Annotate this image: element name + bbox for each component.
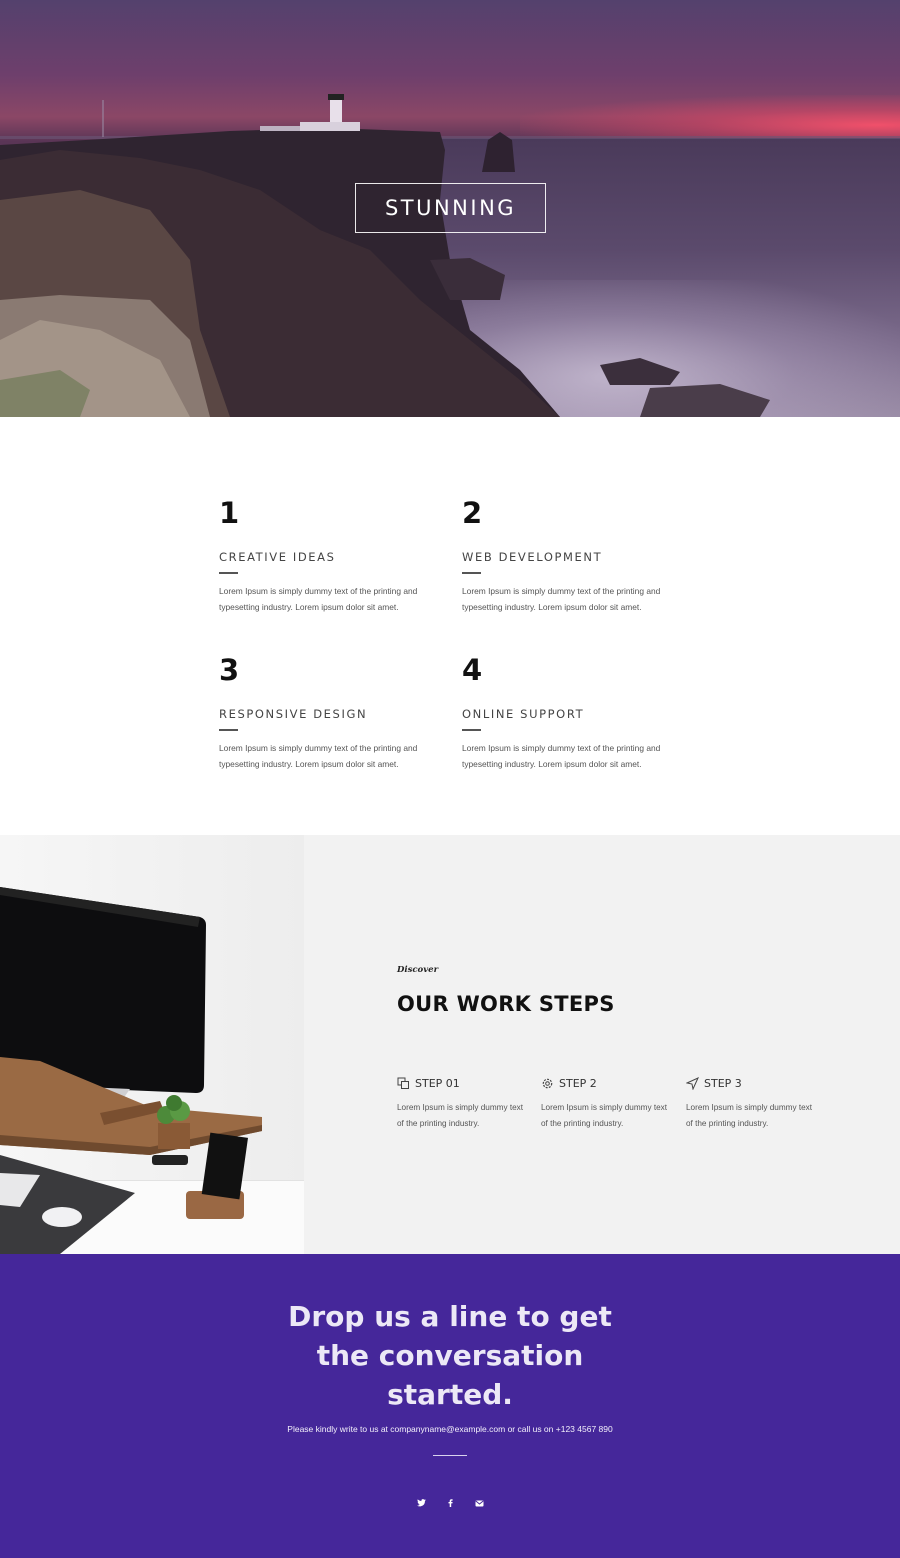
feature-online-support: 4 ONLINE SUPPORT Lorem Ipsum is simply d… <box>462 654 677 772</box>
step-description: Lorem Ipsum is simply dummy text of the … <box>686 1103 813 1128</box>
twitter-icon[interactable] <box>415 1497 427 1509</box>
contact-heading-line: started. <box>387 1378 513 1411</box>
feature-responsive-design: 3 RESPONSIVE DESIGN Lorem Ipsum is simpl… <box>219 654 434 772</box>
feature-number: 4 <box>462 653 483 687</box>
feature-creative-ideas: 1 CREATIVE IDEAS Lorem Ipsum is simply d… <box>219 497 434 615</box>
section-heading: OUR WORK STEPS <box>397 992 615 1016</box>
feature-divider <box>219 729 238 731</box>
step-01: STEP 01 Lorem Ipsum is simply dummy text… <box>397 1075 532 1132</box>
contact-divider <box>433 1455 467 1456</box>
contact-heading: Drop us a line to get the conversation s… <box>0 1297 900 1414</box>
feature-divider <box>462 572 481 574</box>
features-section: 1 CREATIVE IDEAS Lorem Ipsum is simply d… <box>0 417 900 835</box>
feature-description: Lorem Ipsum is simply dummy text of the … <box>219 586 418 612</box>
feature-description: Lorem Ipsum is simply dummy text of the … <box>219 743 418 769</box>
step-label: STEP 01 <box>415 1076 460 1090</box>
feature-divider <box>462 729 481 731</box>
social-links <box>415 1497 485 1509</box>
feature-divider <box>219 572 238 574</box>
section-eyebrow: Discover <box>397 965 439 975</box>
hero-title-box: STUNNING <box>355 183 546 233</box>
send-icon <box>685 1076 700 1091</box>
hero-title: STUNNING <box>384 196 517 220</box>
feature-title: ONLINE SUPPORT <box>462 707 585 721</box>
feature-description: Lorem Ipsum is simply dummy text of the … <box>462 743 661 769</box>
feature-title: CREATIVE IDEAS <box>219 550 336 564</box>
feature-number: 3 <box>219 653 240 687</box>
mail-icon[interactable] <box>473 1497 485 1509</box>
step-description: Lorem Ipsum is simply dummy text of the … <box>397 1103 524 1128</box>
hero-section: STUNNING <box>0 0 900 417</box>
step-label: STEP 3 <box>704 1076 742 1090</box>
step-3: STEP 3 Lorem Ipsum is simply dummy text … <box>685 1075 821 1132</box>
feature-description: Lorem Ipsum is simply dummy text of the … <box>462 586 661 612</box>
workspace-photo <box>0 835 304 1254</box>
copy-icon <box>397 1077 410 1090</box>
work-steps-section: Discover OUR WORK STEPS STEP 01 Lorem Ip… <box>0 835 900 1254</box>
contact-heading-line: Drop us a line to get <box>288 1300 612 1333</box>
facebook-icon[interactable] <box>444 1497 456 1509</box>
gear-icon <box>541 1077 554 1090</box>
contact-section: Drop us a line to get the conversation s… <box>0 1254 900 1558</box>
contact-subtext: Please kindly write to us at companyname… <box>287 1424 613 1434</box>
step-label: STEP 2 <box>559 1076 597 1090</box>
step-2: STEP 2 Lorem Ipsum is simply dummy text … <box>541 1075 676 1132</box>
feature-number: 2 <box>462 496 483 530</box>
feature-title: WEB DEVELOPMENT <box>462 550 603 564</box>
contact-heading-line: the conversation <box>316 1339 584 1372</box>
feature-web-development: 2 WEB DEVELOPMENT Lorem Ipsum is simply … <box>462 497 677 615</box>
feature-title: RESPONSIVE DESIGN <box>219 707 368 721</box>
feature-number: 1 <box>219 496 240 530</box>
step-description: Lorem Ipsum is simply dummy text of the … <box>541 1103 668 1128</box>
